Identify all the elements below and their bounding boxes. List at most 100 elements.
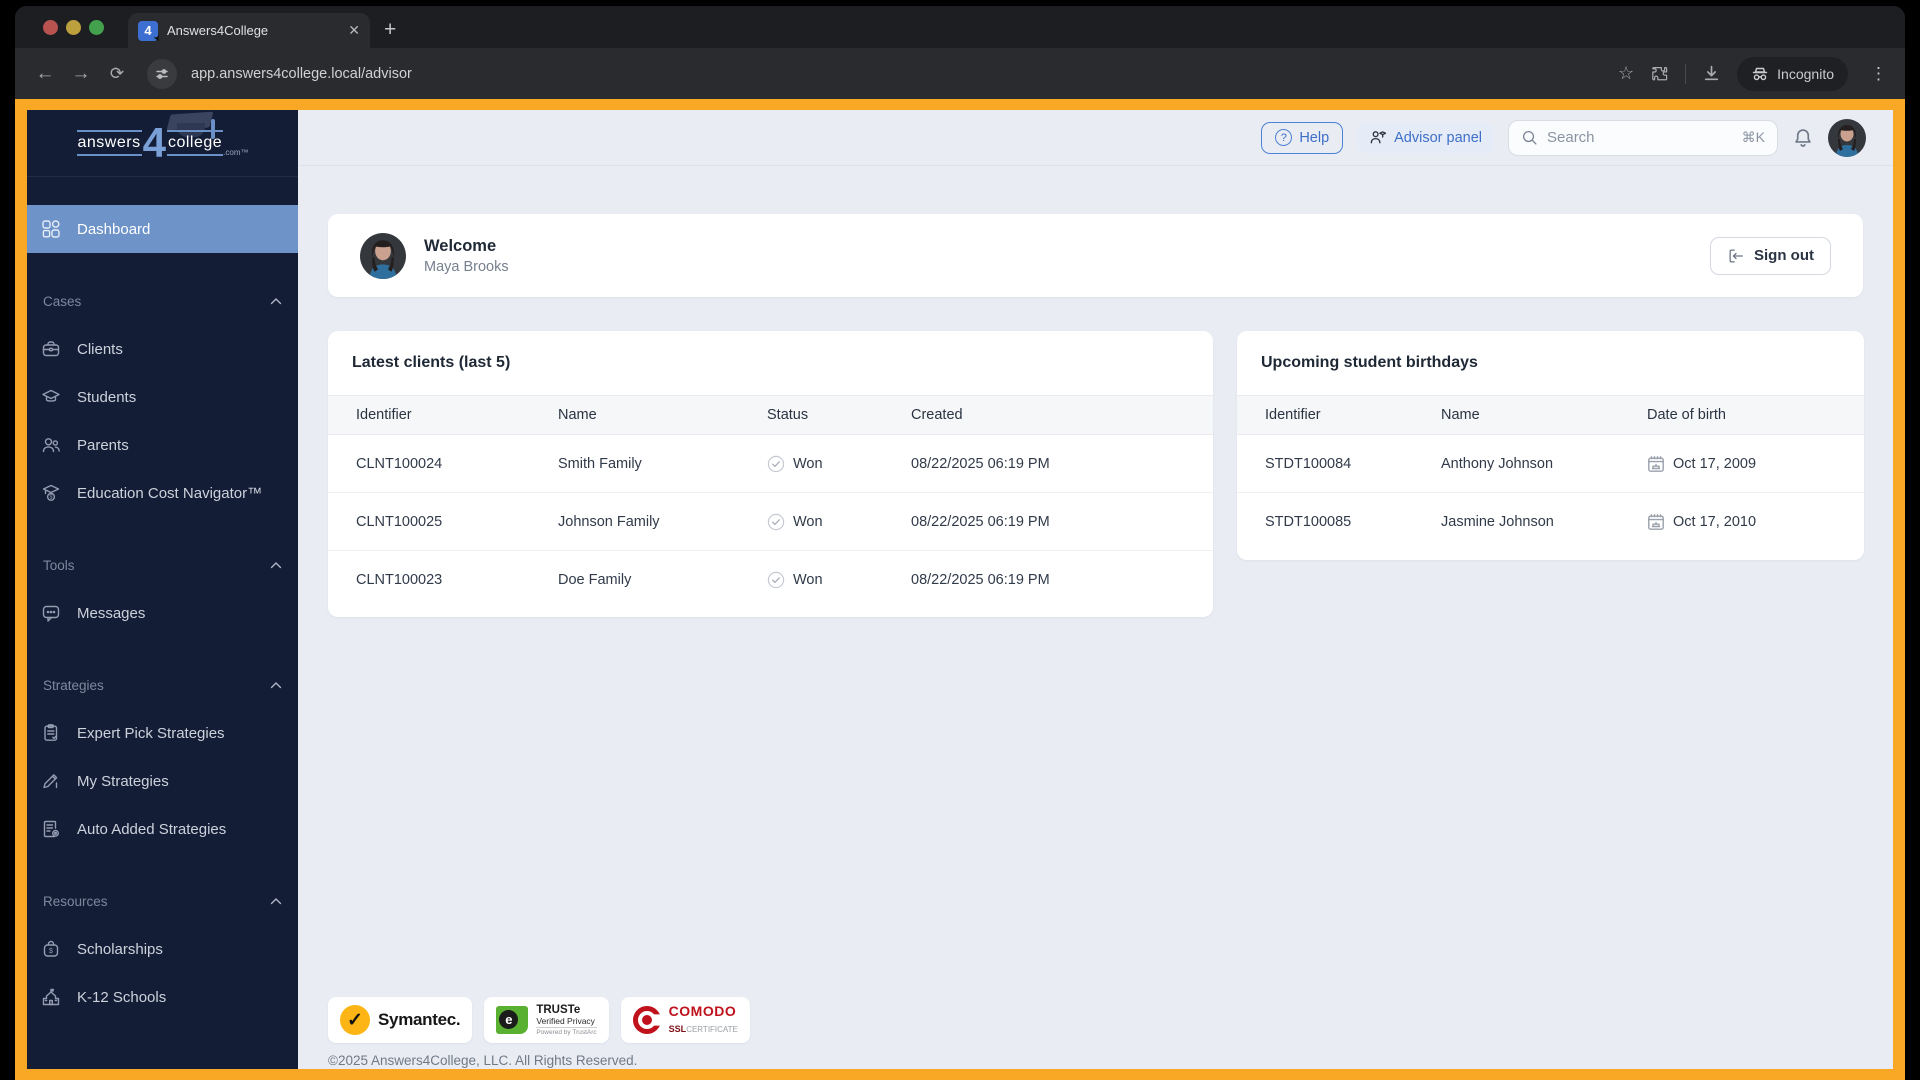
forward-icon[interactable]: → (65, 58, 97, 90)
welcome-title: Welcome (424, 236, 497, 255)
page-capture-frame: answers 4 college .com™ Dashboard Cases (15, 99, 1905, 1080)
comodo-certificate: CERTIFICATE (686, 1024, 738, 1034)
sidebar-item-k12-schools[interactable]: K-12 Schools (27, 973, 298, 1021)
chevron-up-icon[interactable] (270, 681, 282, 689)
birthday-cake-icon (1648, 514, 1664, 530)
comodo-badge: COMODO SSLCERTIFICATE (620, 997, 750, 1043)
address-bar[interactable]: app.answers4college.local/advisor (191, 66, 1614, 82)
browser-menu-icon[interactable]: ⋮ (1870, 64, 1887, 84)
close-window-button[interactable] (43, 20, 58, 35)
table-row[interactable]: STDT100085 Jasmine Johnson Oct 17, 2010 (1237, 493, 1864, 551)
table-row[interactable]: STDT100084 Anthony Johnson Oct 17, 2009 (1237, 435, 1864, 493)
latest-clients-title: Latest clients (last 5) (352, 354, 511, 371)
toolbar-divider (1685, 63, 1687, 84)
reload-icon[interactable]: ⟳ (101, 58, 133, 90)
column-header: Identifier (1265, 407, 1321, 423)
truste-powered-by: Powered by TrustArc (536, 1028, 597, 1036)
birthdays-header: Identifier Name Date of birth (1237, 395, 1864, 435)
symantec-check-icon: ✓ (340, 1005, 370, 1035)
section-label: Cases (43, 293, 82, 309)
student-dob: Oct 17, 2010 (1673, 514, 1757, 530)
logo-text-college: college (166, 130, 224, 156)
truste-badge: TRUSTe Verified Privacy Powered by Trust… (484, 997, 609, 1043)
new-tab-button[interactable]: + (384, 18, 396, 42)
student-identifier: STDT100085 (1265, 514, 1352, 530)
pen-icon (43, 774, 58, 789)
tab-close-icon[interactable]: ✕ (348, 22, 360, 39)
svg-text:$: $ (49, 495, 52, 501)
header-avatar[interactable] (1828, 118, 1866, 157)
table-row[interactable]: CLNT100024 Smith Family Won 08/22/2025 0… (328, 435, 1213, 493)
sign-out-label: Sign out (1754, 247, 1814, 264)
sidebar-item-education-cost-navigator[interactable]: $ Education Cost Navigator™ (27, 469, 298, 517)
sidebar-item-label: Scholarships (77, 940, 163, 958)
sidebar-item-expert-pick-strategies[interactable]: Expert Pick Strategies (27, 709, 298, 757)
client-name: Johnson Family (558, 513, 660, 530)
back-icon[interactable]: ← (29, 58, 61, 90)
table-row[interactable]: CLNT100025 Johnson Family Won 08/22/2025… (328, 493, 1213, 551)
browser-tab[interactable]: 4 Answers4College ✕ (128, 13, 370, 48)
search-input[interactable] (1547, 129, 1733, 146)
welcome-user-name: Maya Brooks (424, 258, 509, 275)
browser-window: 4 Answers4College ✕ + ← → ⟳ app.answers4… (15, 6, 1905, 1080)
sign-out-icon (1729, 249, 1743, 262)
column-header: Identifier (356, 407, 412, 423)
sidebar-item-scholarships[interactable]: $ Scholarships (27, 925, 298, 973)
client-created: 08/22/2025 06:19 PM (911, 455, 1050, 472)
sign-out-button[interactable]: Sign out (1710, 236, 1831, 275)
maximize-window-button[interactable] (89, 20, 104, 35)
help-label: Help (1299, 129, 1330, 146)
incognito-badge[interactable]: Incognito (1737, 56, 1848, 91)
table-row[interactable]: CLNT100023 Doe Family Won 08/22/2025 06:… (328, 551, 1213, 609)
chevron-up-icon[interactable] (270, 897, 282, 905)
sidebar-item-parents[interactable]: Parents (27, 421, 298, 469)
sidebar-item-auto-added-strategies[interactable]: Auto Added Strategies (27, 805, 298, 853)
status-badge: Won (793, 572, 823, 588)
column-header: Created (911, 407, 963, 423)
sidebar-item-students[interactable]: Students (27, 373, 298, 421)
client-name: Smith Family (558, 455, 642, 472)
client-name: Doe Family (558, 572, 632, 588)
status-check-icon (767, 513, 785, 530)
student-name: Anthony Johnson (1441, 455, 1554, 472)
browser-tab-strip: 4 Answers4College ✕ + (15, 6, 1905, 48)
column-header: Name (558, 407, 597, 423)
site-settings-icon[interactable] (147, 58, 177, 89)
sidebar-section-strategies: Strategies (27, 661, 298, 709)
truste-title: TRUSTe (536, 1003, 581, 1016)
chevron-up-icon[interactable] (270, 297, 282, 305)
app-logo[interactable]: answers 4 college .com™ (27, 110, 298, 177)
sidebar-item-my-strategies[interactable]: My Strategies (27, 757, 298, 805)
downloads-icon[interactable] (1702, 64, 1721, 83)
column-header: Name (1441, 407, 1480, 423)
bookmark-star-icon[interactable]: ☆ (1618, 63, 1634, 84)
briefcase-icon (42, 341, 60, 357)
browser-toolbar: ← → ⟳ app.answers4college.local/advisor … (15, 48, 1905, 99)
chevron-up-icon[interactable] (270, 561, 282, 569)
traffic-lights (43, 20, 104, 35)
sidebar-item-label: My Strategies (77, 772, 169, 790)
section-label: Resources (43, 893, 108, 909)
search-box[interactable]: ⌘K (1508, 119, 1778, 156)
sidebar-item-dashboard[interactable]: Dashboard (27, 205, 298, 253)
extensions-icon[interactable] (1650, 64, 1669, 83)
notifications-bell-icon[interactable] (1792, 127, 1814, 149)
dashboard-content: Welcome Maya Brooks Sign out Latest clie… (298, 166, 1893, 1069)
minimize-window-button[interactable] (66, 20, 81, 35)
truste-shield-icon (496, 1006, 529, 1034)
sidebar-item-label: Clients (77, 340, 123, 358)
client-created: 08/22/2025 06:19 PM (911, 572, 1050, 588)
column-header: Date of birth (1647, 407, 1726, 423)
section-label: Tools (43, 557, 75, 573)
client-identifier: CLNT100023 (356, 572, 443, 588)
symantec-badge: ✓ Symantec. (328, 997, 473, 1043)
footer: ✓ Symantec. TRUSTe Verified Privacy Powe… (328, 997, 1863, 1068)
advisor-panel-button[interactable]: Advisor panel (1357, 122, 1494, 153)
section-label: Strategies (43, 677, 104, 693)
sidebar-item-clients[interactable]: Clients (27, 325, 298, 373)
sidebar-item-messages[interactable]: Messages (27, 589, 298, 637)
advisor-panel-label: Advisor panel (1394, 129, 1482, 146)
topbar: ? Help Advisor panel ⌘K (298, 110, 1893, 166)
help-button[interactable]: ? Help (1261, 121, 1344, 154)
incognito-icon (1752, 67, 1768, 80)
